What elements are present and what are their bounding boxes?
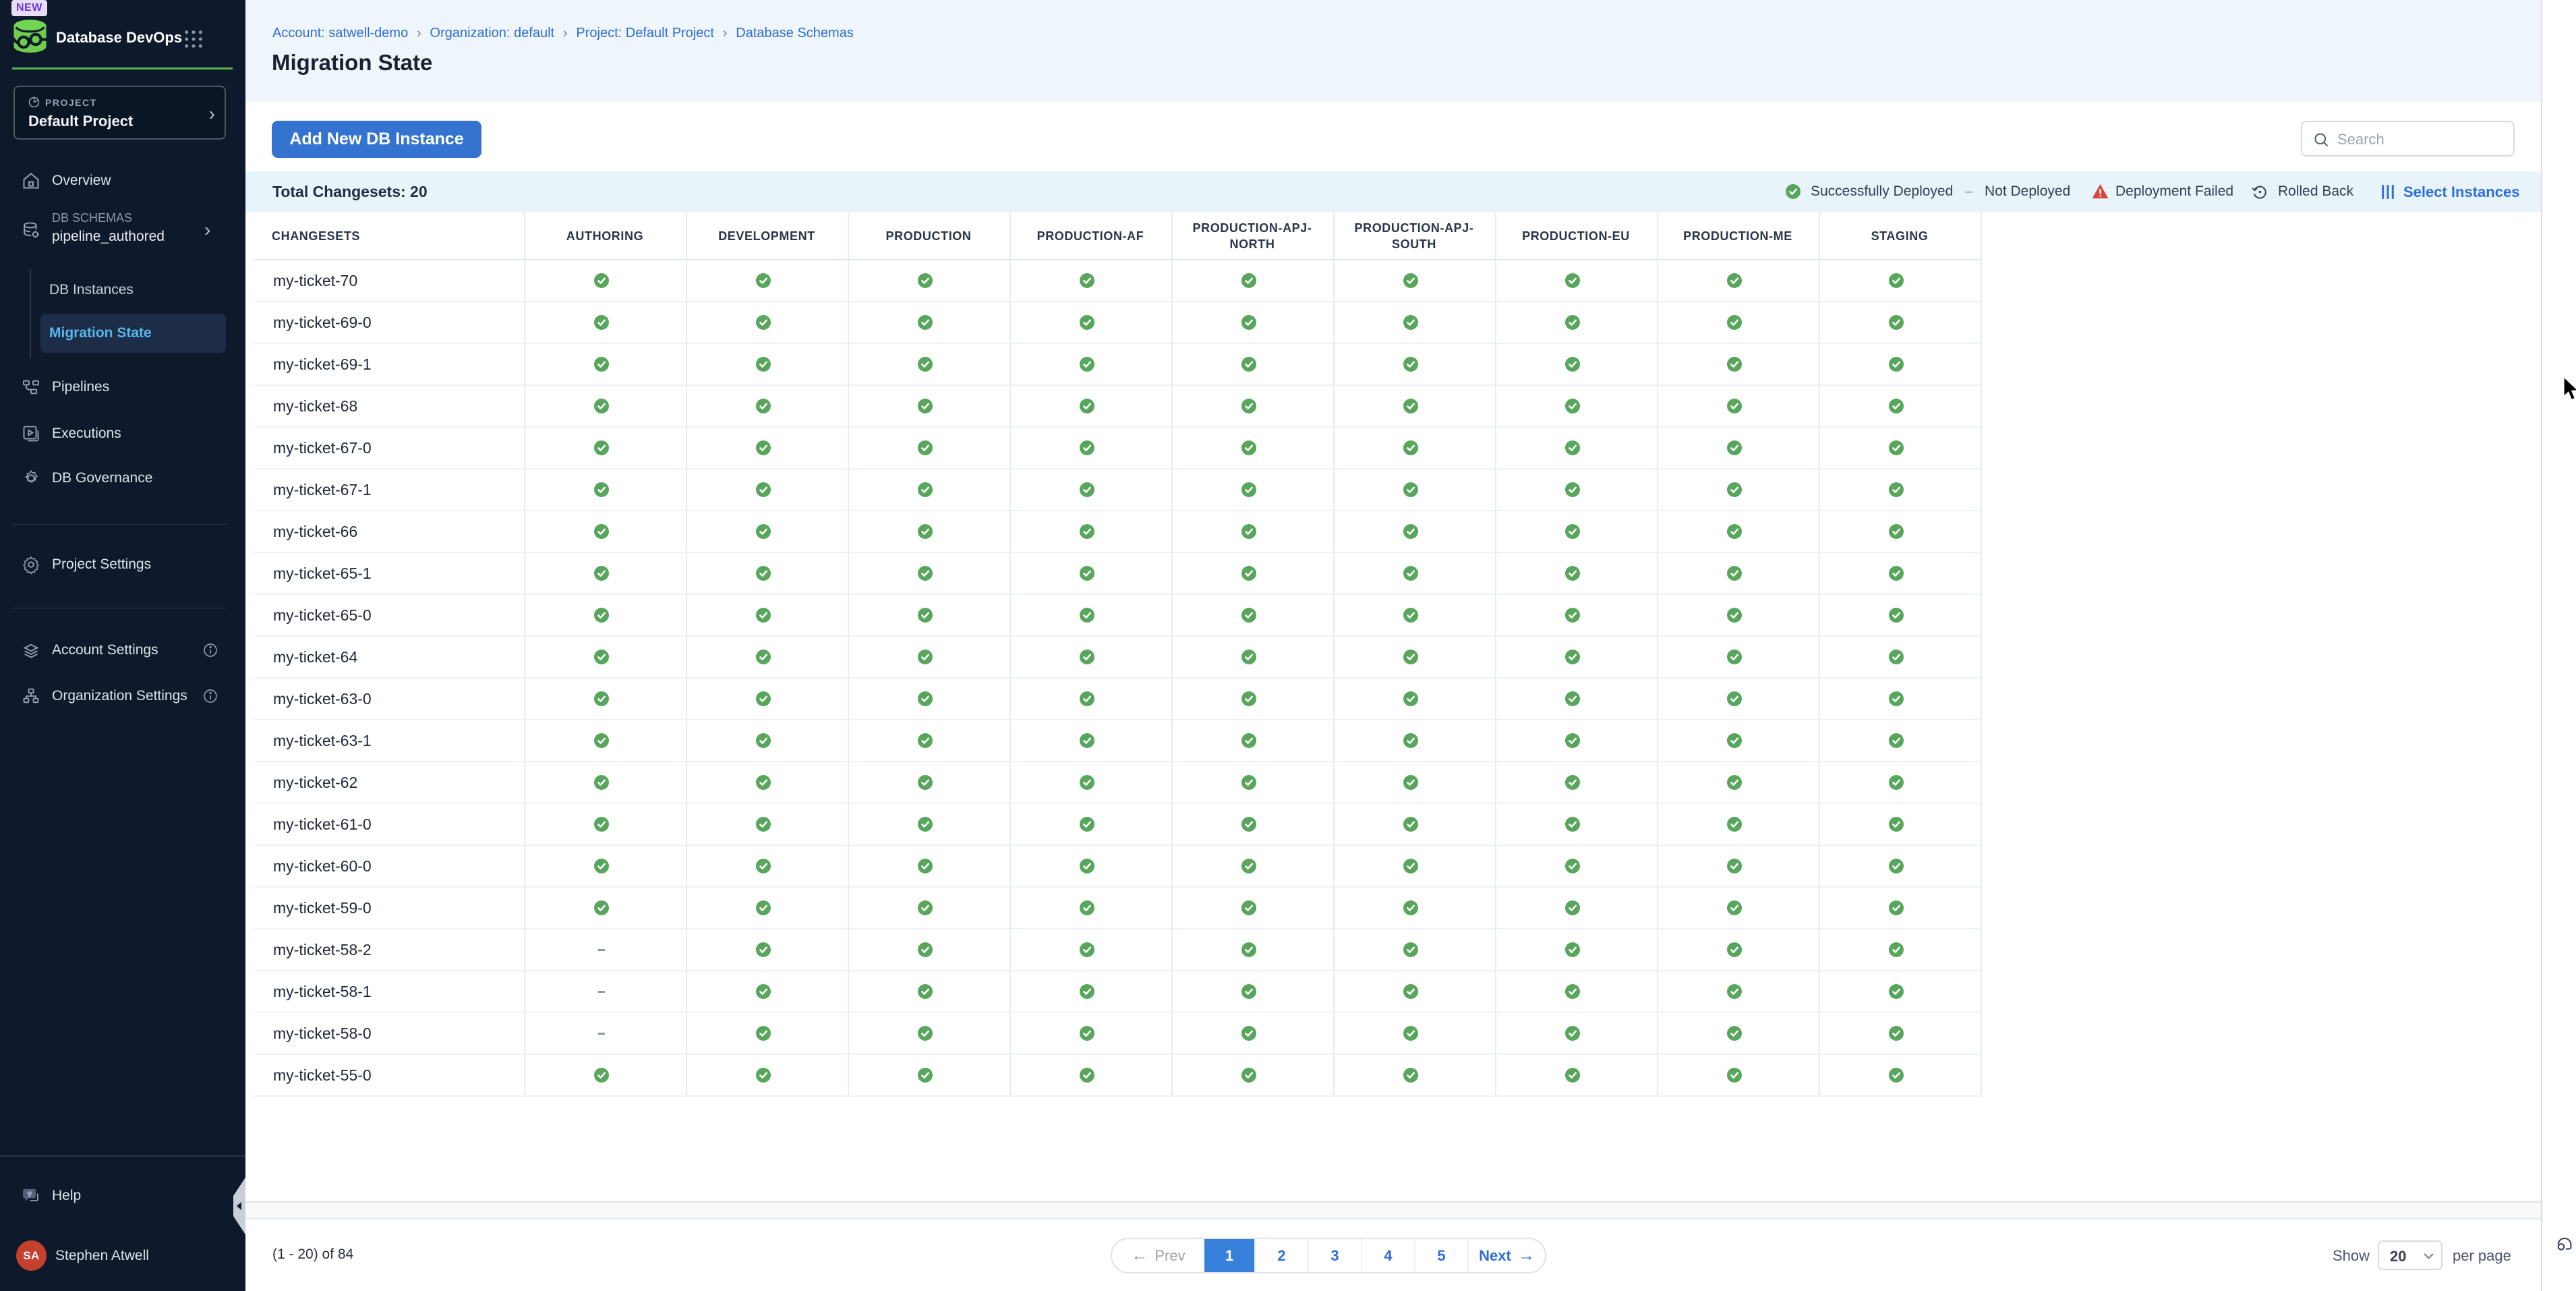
- svg-text:?: ?: [28, 1190, 32, 1199]
